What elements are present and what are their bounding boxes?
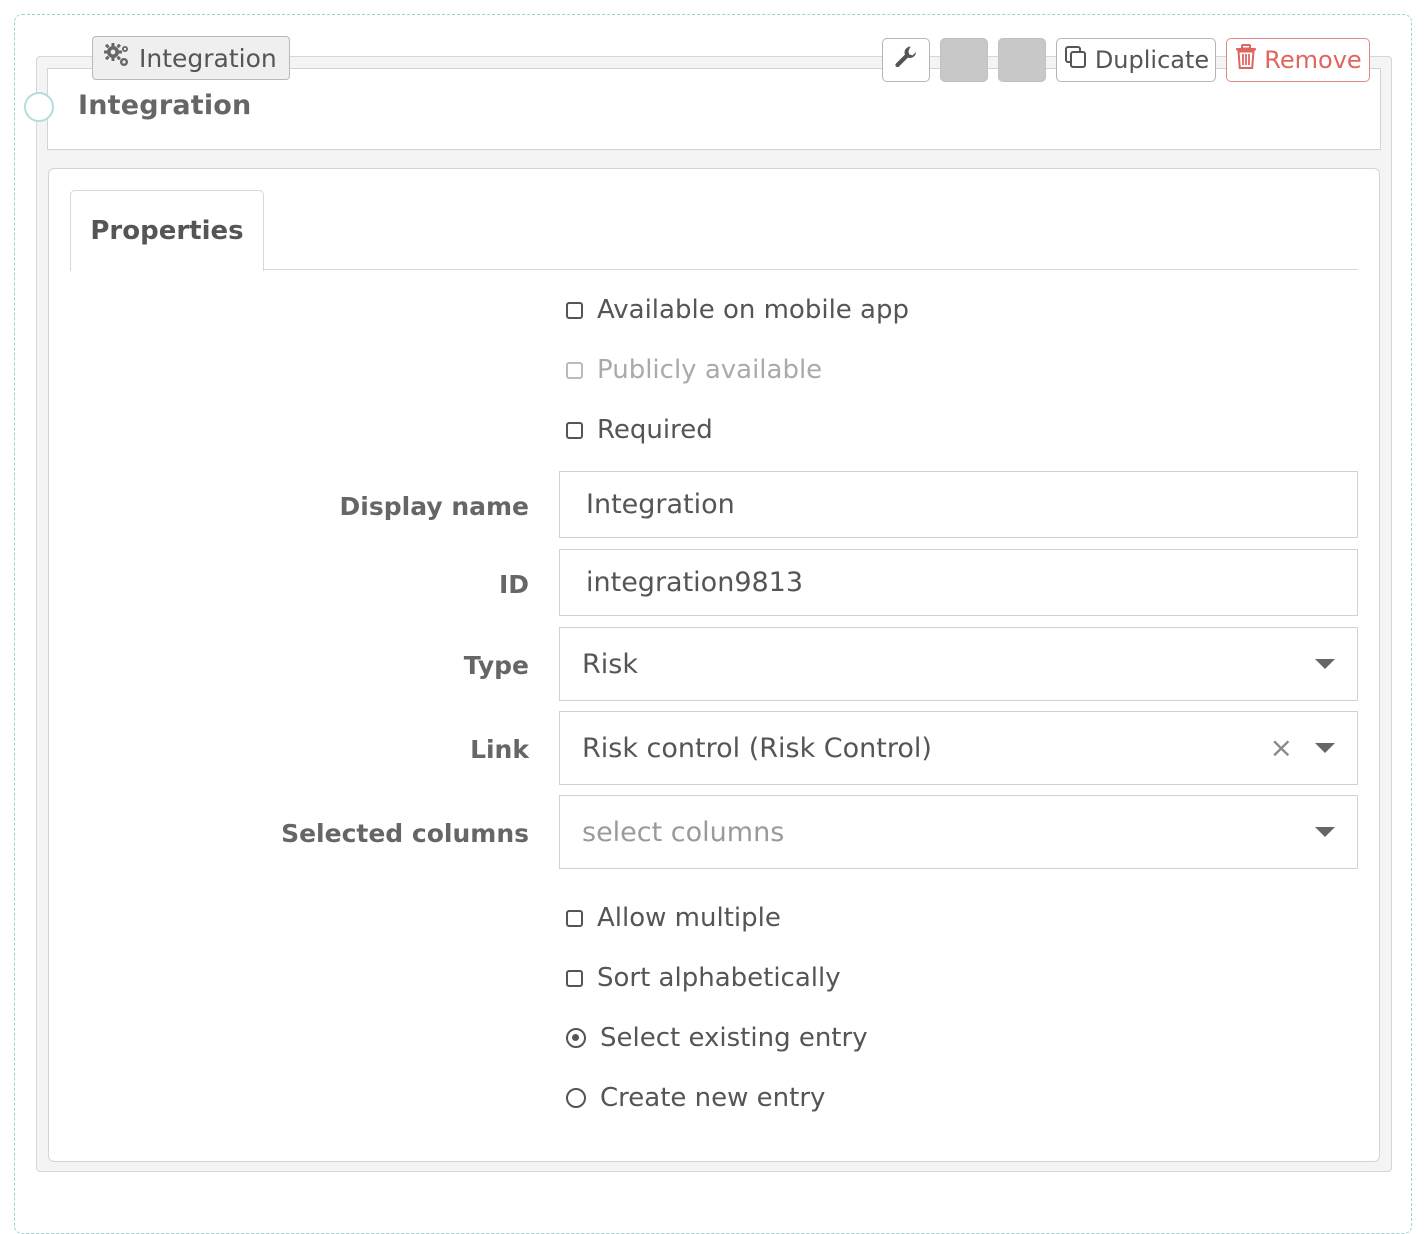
- sort-alphabetically-row[interactable]: Sort alphabetically: [566, 961, 841, 995]
- selected-columns-select[interactable]: select columns: [559, 795, 1358, 869]
- required-label: Required: [597, 415, 713, 445]
- create-new-row[interactable]: Create new entry: [566, 1081, 825, 1115]
- settings-button[interactable]: [882, 38, 930, 82]
- selected-columns-placeholder: select columns: [582, 816, 785, 848]
- link-select[interactable]: Risk control (Risk Control) ×: [559, 711, 1358, 785]
- select-existing-row[interactable]: Select existing entry: [566, 1021, 868, 1055]
- required-checkbox-row[interactable]: Required: [566, 413, 713, 447]
- toolbar-button-placeholder-1[interactable]: [940, 38, 988, 82]
- type-label: Type: [463, 650, 529, 680]
- type-select[interactable]: Risk: [559, 627, 1358, 701]
- link-value: Risk control (Risk Control): [582, 732, 932, 764]
- allow-multiple-checkbox[interactable]: [566, 909, 583, 927]
- public-checkbox: [566, 361, 583, 379]
- trash-icon: [1234, 44, 1258, 76]
- public-checkbox-row: Publicly available: [566, 353, 822, 387]
- select-existing-label: Select existing entry: [600, 1023, 868, 1053]
- remove-button[interactable]: Remove: [1226, 38, 1370, 82]
- type-value: Risk: [582, 648, 638, 680]
- remove-label: Remove: [1264, 46, 1362, 74]
- id-input[interactable]: integration9813: [559, 549, 1358, 616]
- select-existing-radio[interactable]: [566, 1028, 586, 1048]
- chevron-down-icon: [1315, 743, 1335, 753]
- mobile-app-checkbox-row[interactable]: Available on mobile app: [566, 293, 909, 327]
- public-label: Publicly available: [597, 355, 823, 385]
- display-name-label: Display name: [339, 491, 529, 521]
- allow-multiple-row[interactable]: Allow multiple: [566, 901, 781, 935]
- id-label: ID: [498, 569, 529, 599]
- mobile-app-label: Available on mobile app: [597, 295, 909, 325]
- allow-multiple-label: Allow multiple: [597, 903, 781, 933]
- required-checkbox[interactable]: [566, 421, 583, 439]
- create-new-radio[interactable]: [566, 1088, 586, 1108]
- selected-columns-label: Selected columns: [281, 818, 529, 848]
- chevron-down-icon: [1315, 659, 1335, 669]
- sort-alphabetically-label: Sort alphabetically: [597, 963, 841, 993]
- sort-alphabetically-checkbox[interactable]: [566, 969, 583, 987]
- widget-type-chip: Integration: [92, 36, 290, 80]
- widget-type-label: Integration: [139, 43, 277, 73]
- clear-icon[interactable]: ×: [1270, 731, 1293, 764]
- mobile-app-checkbox[interactable]: [566, 301, 583, 319]
- chevron-down-icon: [1315, 827, 1335, 837]
- create-new-label: Create new entry: [600, 1083, 826, 1113]
- duplicate-label: Duplicate: [1094, 46, 1210, 74]
- display-name-input[interactable]: Integration: [559, 471, 1358, 538]
- toolbar-button-placeholder-2[interactable]: [998, 38, 1046, 82]
- cogs-icon: [103, 41, 131, 75]
- wrench-icon: [893, 44, 919, 76]
- tab-properties[interactable]: Properties: [70, 190, 264, 271]
- copy-icon: [1063, 44, 1089, 76]
- widget-title: Integration: [78, 90, 252, 121]
- duplicate-button[interactable]: Duplicate: [1056, 38, 1216, 82]
- drag-handle[interactable]: [24, 92, 54, 122]
- link-label: Link: [470, 734, 529, 764]
- id-value: integration9813: [586, 567, 804, 598]
- display-name-value: Integration: [586, 489, 735, 520]
